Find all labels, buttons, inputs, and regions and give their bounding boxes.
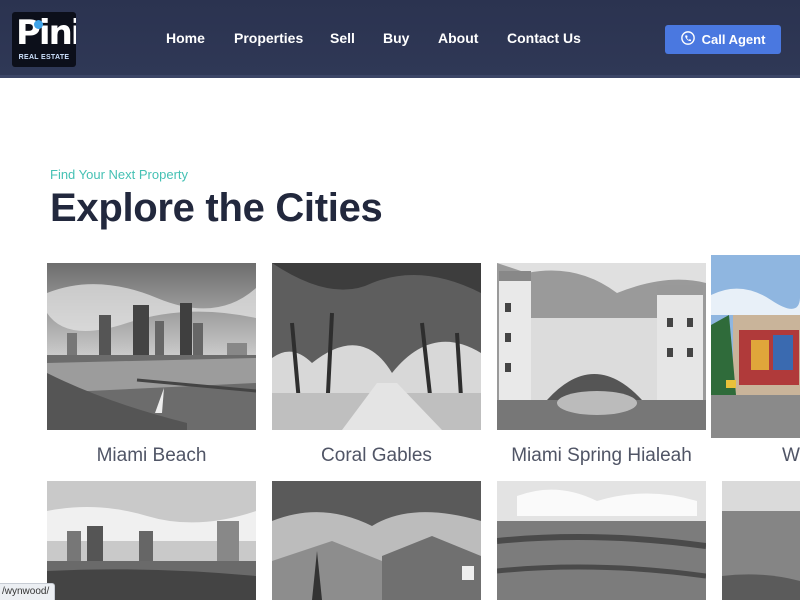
logo-mark: Pini — [16, 13, 76, 53]
city-image — [711, 255, 800, 438]
city-label: W — [782, 445, 800, 466]
city-card-wynwood[interactable]: W — [711, 255, 800, 478]
nav-properties[interactable]: Properties — [234, 30, 303, 46]
site-header: Pini REAL ESTATE Home Properties Sell Bu… — [0, 0, 800, 78]
city-label: Miami Spring Hialeah — [511, 445, 692, 466]
logo-subtitle: REAL ESTATE — [18, 54, 70, 61]
city-card-row2-2[interactable] — [272, 481, 481, 600]
city-card-miami-spring-hialeah[interactable]: Miami Spring Hialeah — [497, 263, 706, 478]
city-image — [272, 263, 481, 430]
city-card-coral-gables[interactable]: Coral Gables — [272, 263, 481, 478]
nav-about[interactable]: About — [438, 30, 478, 46]
call-agent-label: Call Agent — [701, 32, 766, 47]
city-image — [47, 263, 256, 430]
phone-icon — [680, 31, 695, 48]
city-image — [272, 481, 481, 600]
city-image — [722, 481, 800, 600]
city-card-miami-beach[interactable]: Miami Beach — [47, 263, 256, 478]
city-image — [497, 263, 706, 430]
call-agent-button[interactable]: Call Agent — [665, 25, 781, 54]
section-title: Explore the Cities — [50, 186, 383, 230]
logo-dot — [34, 20, 43, 29]
city-card-row2-4[interactable] — [722, 481, 800, 600]
nav-sell[interactable]: Sell — [330, 30, 355, 46]
section-eyebrow: Find Your Next Property — [50, 167, 189, 182]
city-card-row2-3[interactable] — [497, 481, 706, 600]
nav-home[interactable]: Home — [166, 30, 205, 46]
city-image — [497, 481, 706, 600]
city-card-row2-1[interactable] — [47, 481, 256, 600]
city-image — [47, 481, 256, 600]
nav-buy[interactable]: Buy — [383, 30, 409, 46]
status-bar-url: /wynwood/ — [0, 583, 56, 600]
brand-logo[interactable]: Pini REAL ESTATE — [12, 12, 76, 67]
city-label: Coral Gables — [321, 445, 432, 466]
city-label: Miami Beach — [96, 445, 207, 466]
nav-contact-us[interactable]: Contact Us — [507, 30, 581, 46]
